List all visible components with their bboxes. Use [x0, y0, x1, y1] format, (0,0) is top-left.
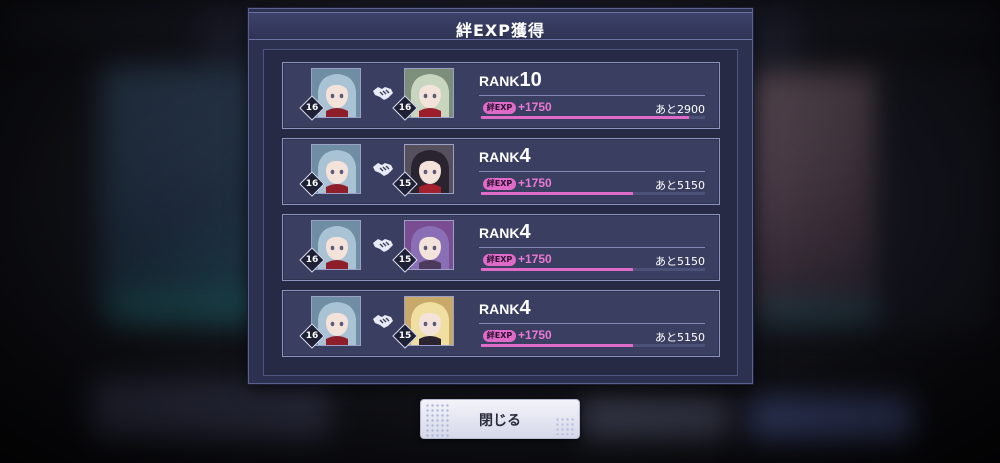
rank-divider	[479, 171, 705, 172]
exp-gain: +1750	[518, 328, 552, 342]
character-a-level: 16	[305, 103, 319, 113]
exp-progress-track	[481, 268, 705, 271]
handshake-icon	[373, 315, 393, 328]
exp-progress-fill	[481, 192, 634, 195]
exp-gain: +1750	[518, 252, 552, 266]
character-b-level: 16	[398, 103, 412, 113]
exp-progress-track	[481, 192, 705, 195]
rank-label: RANK	[479, 225, 520, 241]
rank: RANK4	[479, 297, 531, 320]
bond-exp-pill: 絆EXP	[483, 178, 516, 190]
rank-value: 4	[519, 297, 531, 319]
character-a-level: 16	[305, 331, 319, 341]
exp-progress-fill	[481, 116, 690, 119]
rank: RANK4	[479, 221, 531, 244]
exp-gain: +1750	[518, 176, 552, 190]
rank-value: 4	[519, 145, 531, 167]
exp-gain: +1750	[518, 100, 552, 114]
exp-progress-track	[481, 116, 705, 119]
bond-row: 16 15 RANK4 絆EXP +1750 あと5150	[282, 214, 720, 281]
rank: RANK4	[479, 145, 531, 168]
exp-progress-track	[481, 344, 705, 347]
rank-divider	[479, 247, 705, 248]
character-b-level: 15	[398, 179, 412, 189]
exp-remaining: あと5150	[655, 331, 705, 344]
bond-exp-pill: 絆EXP	[483, 102, 516, 114]
handshake-icon	[373, 163, 393, 176]
dialog-title-bar: 絆EXP獲得	[249, 12, 752, 40]
exp-remaining: あと5150	[655, 179, 705, 192]
exp-progress-fill	[481, 344, 634, 347]
bond-row: 16 15 RANK4 絆EXP +1750 あと5150	[282, 290, 720, 357]
dialog-title: 絆EXP獲得	[456, 21, 545, 40]
rank-label: RANK	[479, 149, 520, 165]
character-b-level: 15	[398, 255, 412, 265]
bond-exp-pill: 絆EXP	[483, 330, 516, 342]
handshake-icon	[373, 87, 393, 100]
rank-label: RANK	[479, 73, 520, 89]
rank-value: 4	[519, 221, 531, 243]
rank-divider	[479, 95, 705, 96]
close-button[interactable]: 閉じる	[420, 399, 580, 439]
character-a-level: 16	[305, 255, 319, 265]
character-a-level: 16	[305, 179, 319, 189]
bond-row: 16 15 RANK4 絆EXP +1750 あと5150	[282, 138, 720, 205]
rank-label: RANK	[479, 301, 520, 317]
exp-remaining: あと2900	[655, 103, 705, 116]
rank-value: 10	[519, 69, 542, 91]
bond-exp-pill: 絆EXP	[483, 254, 516, 266]
handshake-icon	[373, 239, 393, 252]
exp-remaining: あと5150	[655, 255, 705, 268]
rank-divider	[479, 323, 705, 324]
bond-exp-dialog: 絆EXP獲得 16 16 RANK10 絆EXP +1750 あと2900 16…	[248, 8, 753, 384]
bond-row: 16 16 RANK10 絆EXP +1750 あと2900	[282, 62, 720, 129]
exp-progress-fill	[481, 268, 634, 271]
rank: RANK10	[479, 69, 542, 92]
close-button-label: 閉じる	[479, 413, 521, 429]
character-b-level: 15	[398, 331, 412, 341]
